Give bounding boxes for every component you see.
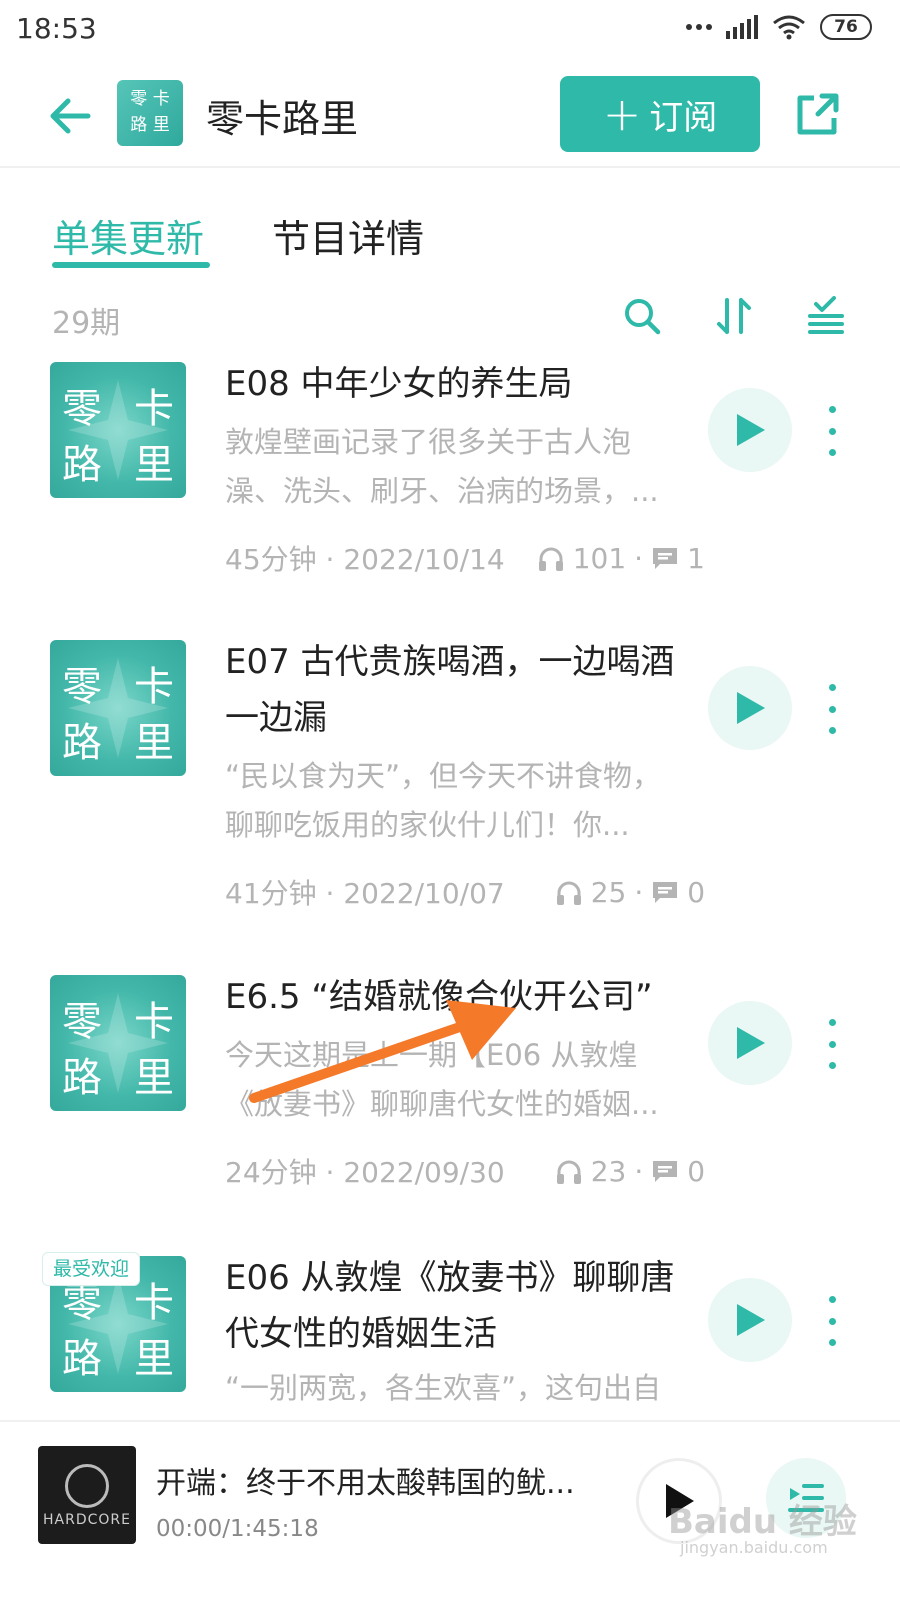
podcast-cover: 零 卡 路 里: [117, 80, 183, 146]
cover-char: 卡: [152, 89, 170, 109]
battery-indicator: 76: [820, 14, 872, 40]
episode-count: 29期: [52, 306, 121, 341]
episode-plays: 23: [590, 1154, 627, 1188]
episode-description: 敦煌壁画记录了很多关于古人泡澡、洗头、刷牙、治病的场景，...: [225, 425, 659, 508]
episode-title: E08 中年少女的养生局: [225, 364, 573, 404]
episode-meta: 45分钟 · 2022/10/14 101 · 1: [225, 538, 705, 578]
cover-char: 路: [62, 442, 102, 488]
more-options-button[interactable]: [820, 684, 844, 734]
episode-description: “民以食为天”，但今天不讲食物，聊聊吃饭用的家伙什儿们！你...: [225, 759, 662, 842]
search-icon[interactable]: [622, 296, 662, 336]
tab-episodes[interactable]: 单集更新: [52, 208, 204, 263]
episode-duration-date: 45分钟 · 2022/10/14: [225, 543, 505, 576]
more-options-button[interactable]: [820, 1019, 844, 1069]
play-icon: [737, 414, 765, 446]
play-button[interactable]: [708, 666, 792, 750]
more-dots-icon: [686, 24, 712, 30]
now-playing-cover: HARDCORE: [38, 1446, 136, 1544]
now-playing-title: 开端：终于不用太酸韩国的鱿...: [156, 1466, 575, 1501]
cover-char: 零: [62, 664, 102, 710]
popular-badge: 最受欢迎: [42, 1252, 141, 1286]
episode-item[interactable]: 最受欢迎 零卡 路里 E06 从敦煌《放妻书》聊聊唐代女性的婚姻生活 “一别两宽…: [0, 1252, 900, 1420]
cover-char: 里: [134, 720, 174, 766]
cover-char: 卡: [134, 664, 174, 710]
cover-char: 里: [134, 442, 174, 488]
status-bar: 18:53 76: [0, 0, 900, 60]
podcast-header: 零 卡 路 里 零卡路里 + 订阅: [0, 68, 900, 168]
cover-char: 路: [62, 1055, 102, 1101]
headphones-icon: [556, 1160, 581, 1184]
episode-duration-date: 24分钟 · 2022/09/30: [225, 1156, 505, 1189]
status-icons: 76: [686, 14, 872, 40]
play-icon: [737, 1027, 765, 1059]
episode-description: 今天这期是上一期【E06 从敦煌《放妻书》聊聊唐代女性的婚姻...: [225, 1038, 659, 1121]
episode-plays: 101: [572, 541, 627, 575]
more-options-button[interactable]: [820, 1296, 844, 1346]
watermark: Baidu 经验: [668, 1502, 857, 1542]
subscribe-button[interactable]: + 订阅: [560, 76, 760, 152]
episode-title: E07 古代贵族喝酒，一边喝酒一边漏: [225, 642, 675, 738]
episode-title: E06 从敦煌《放妻书》聊聊唐代女性的婚姻生活: [225, 1258, 675, 1354]
episode-description: “一别两宽，各生欢喜”，这句出自: [225, 1371, 662, 1405]
play-button[interactable]: [708, 1278, 792, 1362]
plus-icon: +: [602, 87, 642, 141]
filter-list-icon[interactable]: [806, 296, 846, 336]
back-arrow-icon[interactable]: [44, 90, 96, 142]
episode-plays: 25: [590, 875, 627, 909]
comment-icon: [653, 882, 678, 903]
episode-cover: 零卡 路里: [50, 362, 186, 498]
episode-cover: 零卡 路里: [50, 975, 186, 1111]
headphones-icon: [538, 547, 563, 571]
cover-char: 路: [62, 720, 102, 766]
share-icon[interactable]: [792, 90, 842, 140]
episode-meta: 41分钟 · 2022/10/07 25 · 0: [225, 872, 705, 912]
more-options-button[interactable]: [820, 406, 844, 456]
watermark-url: jingyan.baidu.com: [680, 1538, 828, 1557]
episode-cover: 零卡 路里: [50, 640, 186, 776]
active-tab-indicator: [52, 262, 210, 268]
episode-meta: 24分钟 · 2022/09/30 23 · 0: [225, 1151, 705, 1191]
mini-player[interactable]: HARDCORE 开端：终于不用太酸韩国的鱿... 00:00/1:45:18 …: [0, 1420, 900, 1600]
cover-char: 卡: [134, 386, 174, 432]
play-button[interactable]: [708, 388, 792, 472]
play-icon: [737, 1304, 765, 1336]
cover-char: 零: [62, 999, 102, 1045]
comment-icon: [653, 548, 678, 569]
play-button[interactable]: [708, 1001, 792, 1085]
episode-comments: 1: [687, 541, 705, 575]
headphones-icon: [556, 881, 581, 905]
wifi-icon: [773, 15, 805, 40]
comment-icon: [653, 1161, 678, 1182]
cover-char: 里: [152, 115, 170, 135]
cover-char: 路: [130, 115, 148, 135]
status-time: 18:53: [16, 12, 97, 45]
cover-char: 零: [130, 89, 148, 109]
episode-comments: 0: [687, 1154, 706, 1188]
cover-char: 卡: [134, 999, 174, 1045]
episode-title: E6.5 “结婚就像合伙开公司”: [225, 977, 653, 1017]
episode-comments: 0: [687, 875, 706, 909]
subscribe-label: 订阅: [649, 97, 718, 138]
sort-icon[interactable]: [714, 296, 754, 336]
podcast-title: 零卡路里: [206, 97, 359, 141]
now-playing-time: 00:00/1:45:18: [156, 1516, 319, 1542]
episode-duration-date: 41分钟 · 2022/10/07: [225, 877, 505, 910]
signal-icon: [726, 15, 758, 39]
cover-char: 零: [62, 386, 102, 432]
cover-char: 里: [134, 1336, 174, 1382]
now-playing-cover-label: HARDCORE: [43, 1512, 131, 1528]
tab-details[interactable]: 节目详情: [272, 208, 424, 263]
cover-char: 里: [134, 1055, 174, 1101]
cover-char: 路: [62, 1336, 102, 1382]
play-icon: [737, 692, 765, 724]
